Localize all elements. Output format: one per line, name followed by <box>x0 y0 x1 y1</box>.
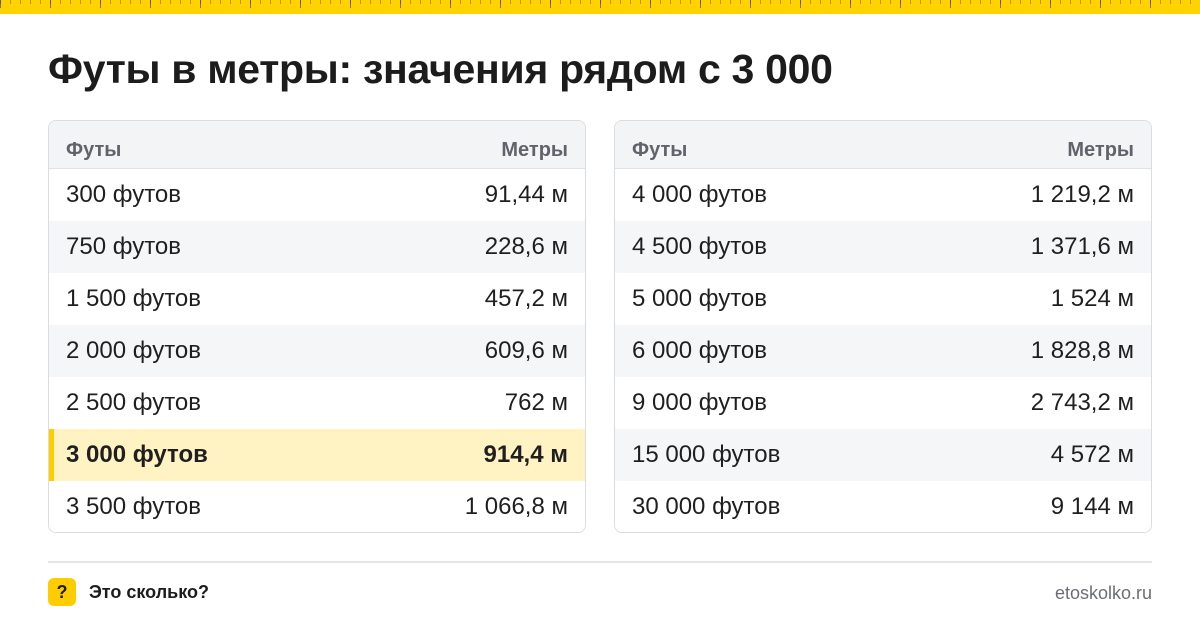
conversion-table-right: Футы Метры 4 000 футов 1 219,2 м 4 500 ф… <box>614 120 1152 533</box>
table-row: 3 500 футов 1 066,8 м <box>49 481 585 532</box>
meters-cell: 457,2 м <box>484 285 568 312</box>
column-header-feet: Футы <box>632 139 688 161</box>
table-row: 5 000 футов 1 524 м <box>615 273 1151 325</box>
meters-cell: 914,4 м <box>483 441 568 468</box>
ruler-strip <box>0 0 1200 14</box>
meters-cell: 1 066,8 м <box>464 493 568 520</box>
column-header-feet: Футы <box>66 139 122 161</box>
meters-cell: 1 219,2 м <box>1030 181 1134 208</box>
table-row: 6 000 футов 1 828,8 м <box>615 325 1151 377</box>
column-header-meters: Метры <box>501 139 568 161</box>
brand-name: Это сколько? <box>89 582 209 602</box>
table-header: Футы Метры <box>49 121 585 169</box>
feet-cell: 4 500 футов <box>632 233 768 260</box>
feet-cell: 15 000 футов <box>632 441 781 468</box>
feet-cell: 30 000 футов <box>632 493 781 520</box>
table-row: 9 000 футов 2 743,2 м <box>615 377 1151 429</box>
feet-cell: 5 000 футов <box>632 285 768 312</box>
meters-cell: 4 572 м <box>1050 441 1134 468</box>
meters-cell: 2 743,2 м <box>1030 389 1134 416</box>
question-mark-icon: ? <box>48 578 76 606</box>
meters-cell: 91,44 м <box>484 181 568 208</box>
table-row: 750 футов 228,6 м <box>49 221 585 273</box>
table-row: 300 футов 91,44 м <box>49 169 585 221</box>
feet-cell: 4 000 футов <box>632 181 768 208</box>
meters-cell: 609,6 м <box>484 337 568 364</box>
feet-cell: 2 500 футов <box>66 389 202 416</box>
meters-cell: 762 м <box>504 389 568 416</box>
feet-cell: 2 000 футов <box>66 337 202 364</box>
meters-cell: 1 371,6 м <box>1030 233 1134 260</box>
table-row: 1 500 футов 457,2 м <box>49 273 585 325</box>
column-header-meters: Метры <box>1067 139 1134 161</box>
table-row: 15 000 футов 4 572 м <box>615 429 1151 481</box>
footer-divider <box>48 561 1152 563</box>
table-row: 4 000 футов 1 219,2 м <box>615 169 1151 221</box>
conversion-table-left: Футы Метры 300 футов 91,44 м 750 футов 2… <box>48 120 586 533</box>
site-url[interactable]: etoskolko.ru <box>1055 583 1152 604</box>
table-row: 30 000 футов 9 144 м <box>615 481 1151 532</box>
table-row: 2 000 футов 609,6 м <box>49 325 585 377</box>
page-title: Футы в метры: значения рядом с 3 000 <box>48 46 833 92</box>
feet-cell: 1 500 футов <box>66 285 202 312</box>
table-header: Футы Метры <box>615 121 1151 169</box>
meters-cell: 1 828,8 м <box>1030 337 1134 364</box>
feet-cell: 6 000 футов <box>632 337 768 364</box>
table-row-highlighted: 3 000 футов 914,4 м <box>49 429 585 481</box>
meters-cell: 1 524 м <box>1050 285 1134 312</box>
table-row: 4 500 футов 1 371,6 м <box>615 221 1151 273</box>
table-row: 2 500 футов 762 м <box>49 377 585 429</box>
feet-cell: 3 000 футов <box>66 441 208 468</box>
meters-cell: 9 144 м <box>1050 493 1134 520</box>
feet-cell: 3 500 футов <box>66 493 202 520</box>
feet-cell: 9 000 футов <box>632 389 768 416</box>
feet-cell: 750 футов <box>66 233 182 260</box>
meters-cell: 228,6 м <box>484 233 568 260</box>
feet-cell: 300 футов <box>66 181 182 208</box>
